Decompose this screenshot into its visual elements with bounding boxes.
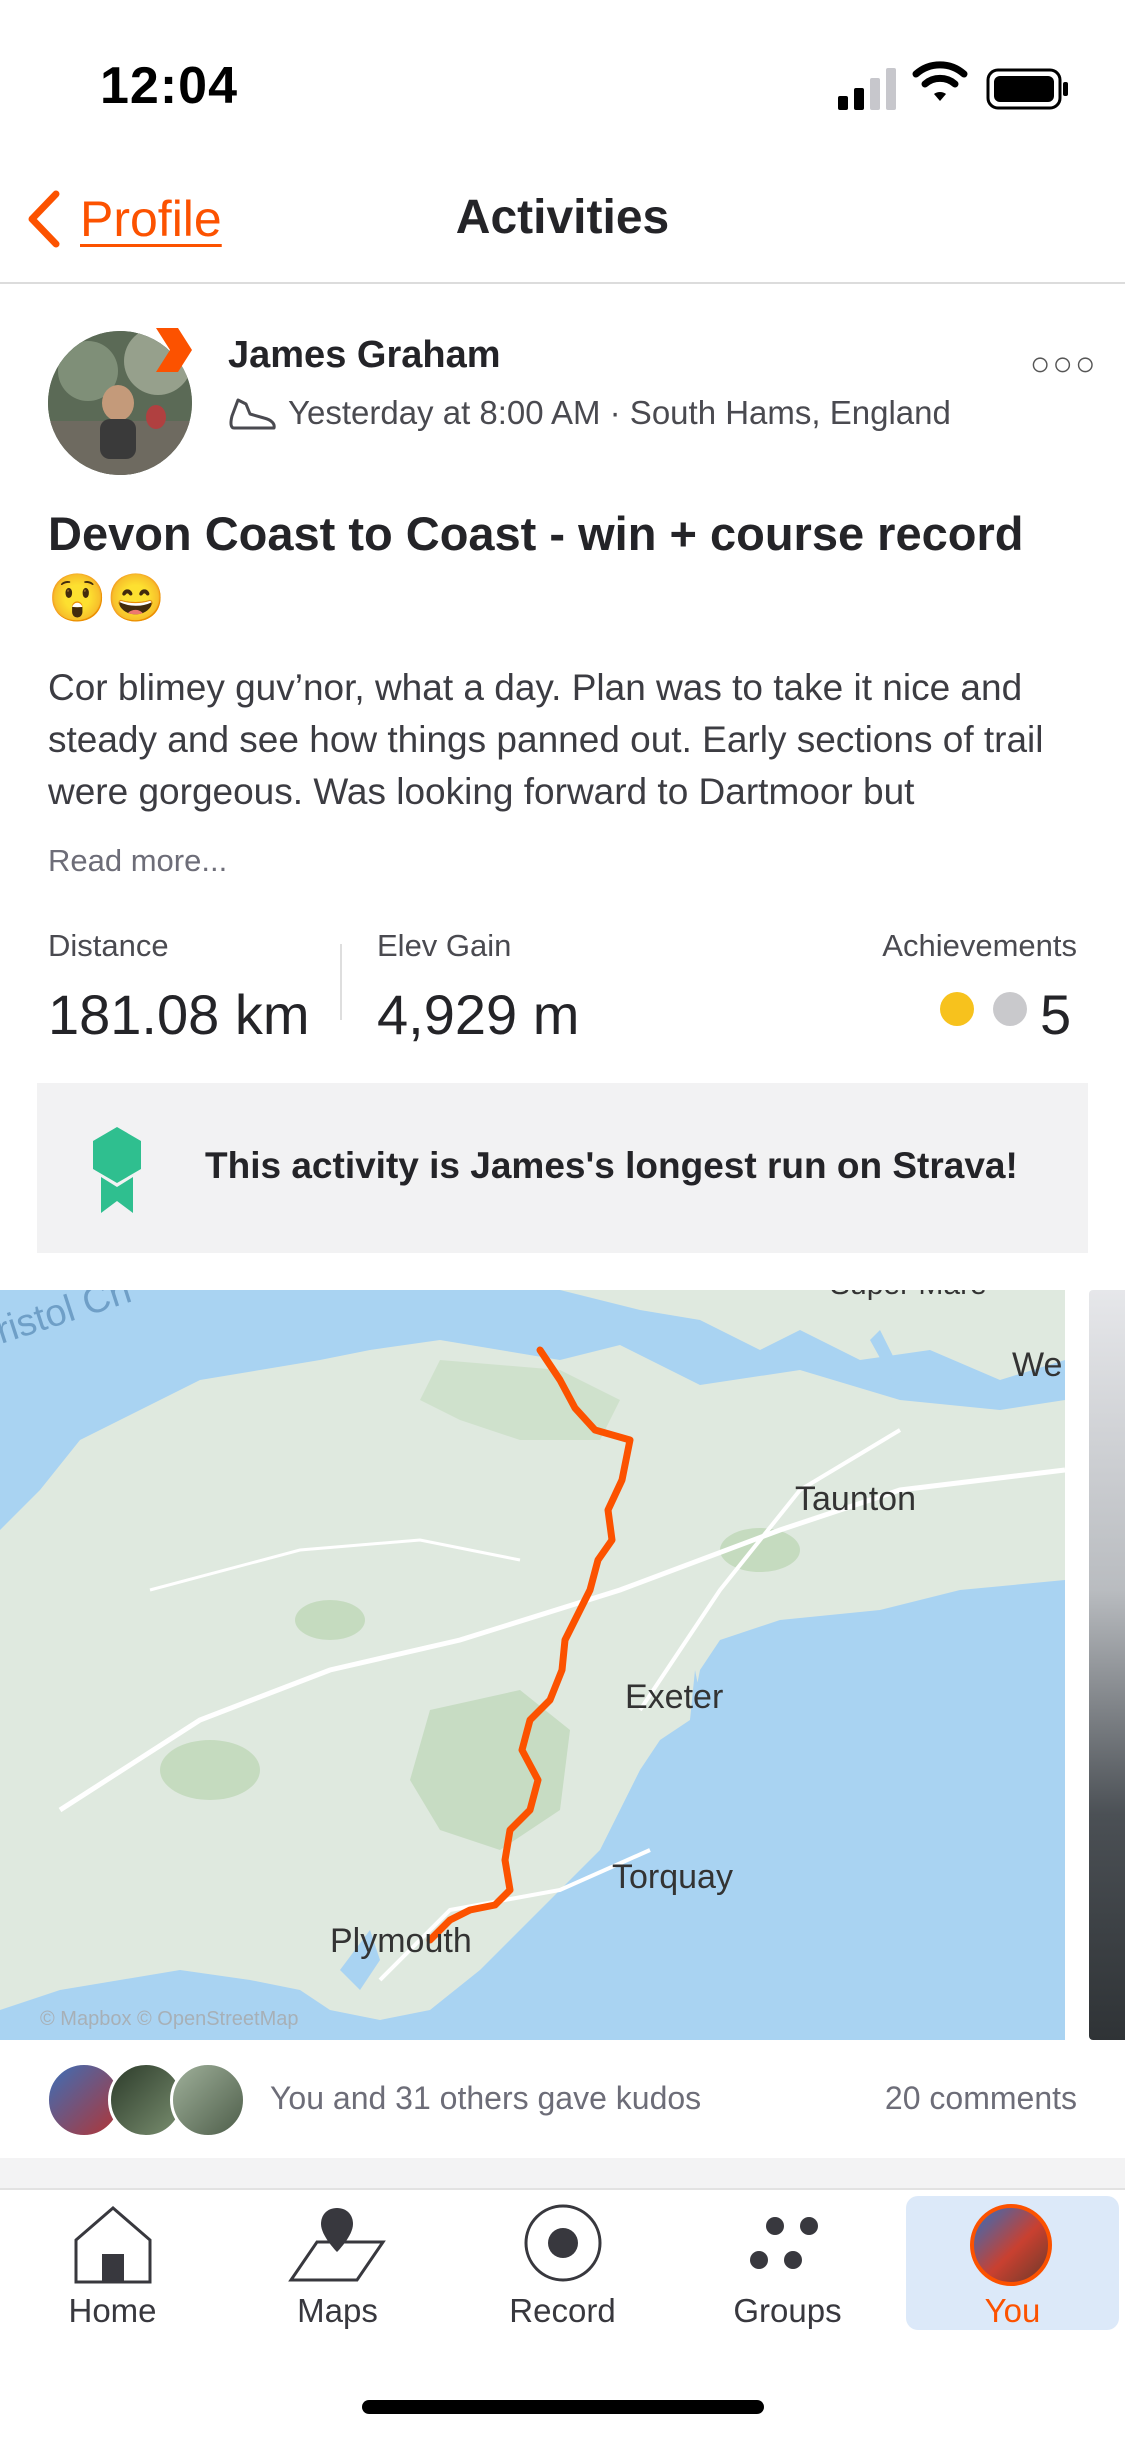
map-label-taunton: Taunton — [795, 1480, 916, 1518]
achievements-count: 5 — [1040, 983, 1072, 1046]
record-icon — [524, 2204, 602, 2282]
tab-you-label: You — [984, 2292, 1041, 2329]
tab-maps[interactable]: Maps — [225, 2190, 450, 2330]
cellular-signal-icon — [838, 68, 896, 110]
silver-medal-icon — [993, 992, 1027, 1026]
map-label-torquay: Torquay — [612, 1858, 733, 1896]
groups-icon — [750, 2217, 818, 2269]
tab-bar: Home Maps Record Groups You — [0, 2188, 1125, 2438]
feed-separator — [0, 2158, 1125, 2188]
route-map[interactable]: ristol Ch Super Mare We Taunton Exeter T… — [0, 1290, 1065, 2040]
tab-home[interactable]: Home — [0, 2190, 225, 2330]
tab-you[interactable]: You — [906, 2196, 1119, 2330]
activity-meta-text: Yesterday at 8:00 AM · South Hams, Engla… — [288, 394, 951, 431]
wifi-icon — [912, 61, 968, 101]
map-canvas — [0, 1290, 1065, 2040]
elev-gain-value: 4,929 m — [377, 983, 580, 1046]
tab-groups-label: Groups — [733, 2292, 842, 2329]
subscriber-badge-icon — [156, 328, 192, 372]
avatar — [970, 2204, 1052, 2286]
tab-record-label: Record — [509, 2292, 616, 2329]
kudos-avatar[interactable] — [170, 2062, 246, 2138]
distance-label: Distance — [48, 928, 169, 963]
kudos-summary[interactable]: You and 31 others gave kudos — [270, 2080, 701, 2117]
longest-run-text: This activity is James's longest run on … — [205, 1145, 1018, 1186]
longest-run-banner[interactable]: This activity is James's longest run on … — [37, 1083, 1088, 1253]
stat-divider — [340, 944, 342, 1020]
activity-meta: Yesterday at 8:00 AM · South Hams, Engla… — [228, 394, 951, 432]
activity-title[interactable]: Devon Coast to Coast - win + course reco… — [48, 502, 1088, 630]
ribbon-badge-icon — [93, 1127, 141, 1213]
status-time: 12:04 — [100, 57, 238, 115]
tab-maps-label: Maps — [297, 2292, 378, 2329]
home-indicator — [362, 2400, 764, 2414]
status-bar: 12:04 — [0, 0, 1125, 170]
read-more-link[interactable]: Read more... — [48, 843, 227, 879]
elev-gain-label: Elev Gain — [377, 928, 512, 963]
map-label-super-mare: Super Mare — [830, 1290, 987, 1302]
distance-value: 181.08 km — [48, 983, 310, 1046]
activity-description: Cor blimey guv’nor, what a day. Plan was… — [48, 667, 1044, 812]
page-title: Activities — [455, 191, 670, 244]
more-options-icon[interactable]: ○○○ — [1030, 345, 1098, 384]
home-icon — [74, 2206, 152, 2284]
map-pin-icon — [288, 2208, 386, 2282]
map-label-we: We — [1012, 1346, 1063, 1384]
athlete-name[interactable]: James Graham — [228, 334, 501, 377]
map-label-exeter: Exeter — [625, 1678, 724, 1716]
comments-count[interactable]: 20 comments — [885, 2080, 1077, 2117]
nav-bar: Profile Activities — [0, 170, 1125, 284]
achievements-label: Achievements — [882, 928, 1077, 963]
map-label-plymouth: Plymouth — [330, 1922, 472, 1960]
tab-record[interactable]: Record — [450, 2190, 675, 2330]
next-photo-preview[interactable] — [1089, 1290, 1125, 2040]
tab-groups[interactable]: Groups — [675, 2190, 900, 2330]
map-attribution: © Mapbox © OpenStreetMap — [40, 2008, 299, 2030]
run-shoe-icon — [229, 398, 276, 430]
tab-home-label: Home — [68, 2292, 157, 2329]
gold-medal-icon — [940, 992, 974, 1026]
battery-icon — [986, 68, 1068, 110]
